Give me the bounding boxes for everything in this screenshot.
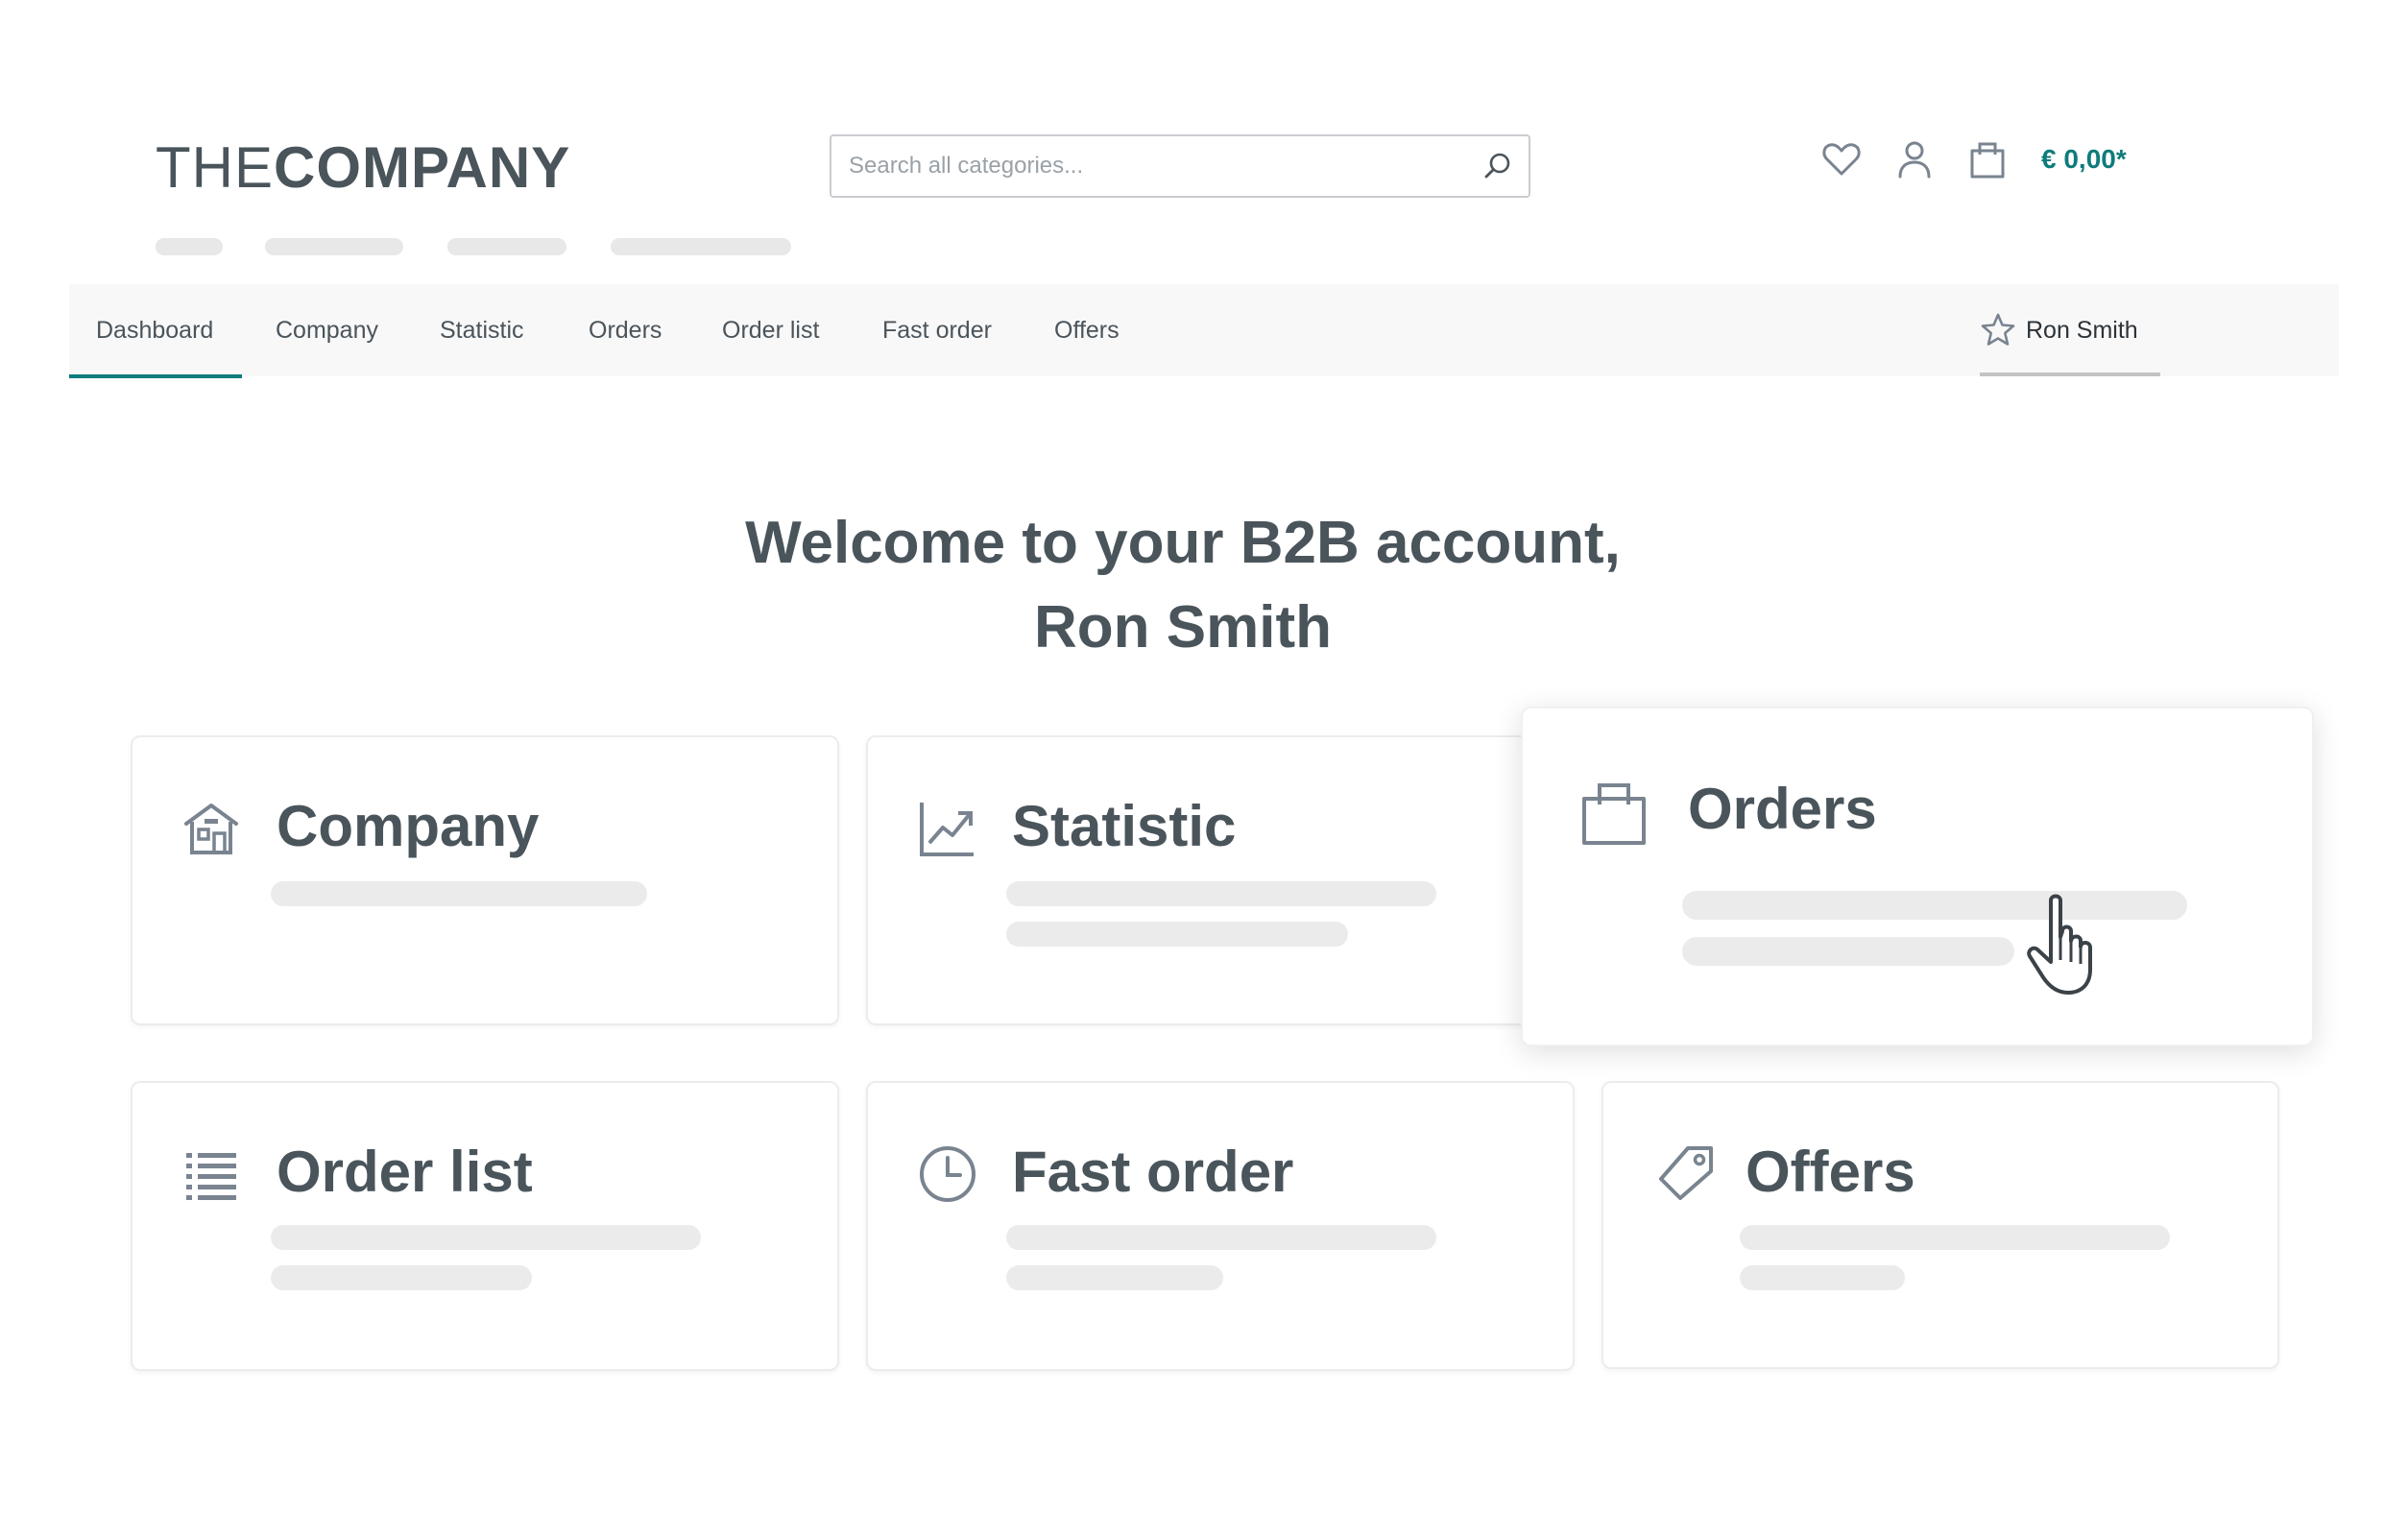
chart-trend-icon <box>918 799 977 858</box>
search-icon[interactable] <box>1481 149 1515 183</box>
card-title: Orders <box>1688 777 1877 841</box>
card-orders[interactable]: Orders <box>1521 707 2314 1046</box>
card-order-list[interactable]: Order list <box>131 1081 839 1371</box>
account-nav: Dashboard Company Statistic Orders Order… <box>68 284 2339 378</box>
skeleton-text <box>1006 922 1348 947</box>
company-logo[interactable]: THECOMPANY <box>156 134 570 202</box>
card-company[interactable]: Company <box>131 735 839 1025</box>
card-title: Statistic <box>1012 794 1237 858</box>
nav-tab-offers[interactable]: Offers <box>1054 284 1120 376</box>
account-user-icon[interactable] <box>1893 138 1936 180</box>
card-title: Offers <box>1746 1140 1915 1204</box>
skeleton-link <box>611 238 791 255</box>
skeleton-link <box>447 238 566 255</box>
card-title: Company <box>277 794 540 858</box>
clock-icon <box>918 1144 977 1204</box>
welcome-line-1: Welcome to your B2B account, <box>745 510 1621 576</box>
search-box <box>830 134 1530 198</box>
nav-tab-orders[interactable]: Orders <box>589 284 662 376</box>
welcome-heading: Welcome to your B2B account, Ron Smith <box>0 501 2366 670</box>
star-icon <box>1981 313 2015 346</box>
wishlist-heart-icon[interactable] <box>1820 138 1863 180</box>
nav-tab-statistic[interactable]: Statistic <box>440 284 524 376</box>
card-fast-order[interactable]: Fast order <box>866 1081 1575 1371</box>
nav-user-menu[interactable]: Ron Smith <box>1980 284 2160 376</box>
nav-tab-dashboard[interactable]: Dashboard <box>68 284 243 378</box>
skeleton-text <box>1740 1225 2170 1250</box>
nav-tab-fast-order[interactable]: Fast order <box>882 284 992 376</box>
welcome-line-2: Ron Smith <box>1034 594 1332 660</box>
card-title: Order list <box>277 1140 533 1204</box>
card-title: Fast order <box>1012 1140 1294 1204</box>
skeleton-link <box>265 238 403 255</box>
skeleton-text <box>1006 1225 1436 1250</box>
hand-pointer-cursor-icon <box>2022 893 2108 1000</box>
skeleton-link <box>156 238 223 255</box>
skeleton-text <box>271 1265 532 1290</box>
skeleton-text <box>271 881 647 906</box>
nav-tab-order-list[interactable]: Order list <box>722 284 819 376</box>
skeleton-text <box>1682 937 2014 966</box>
skeleton-text <box>1006 1265 1223 1290</box>
cart-bag-icon[interactable] <box>1966 138 2009 180</box>
skeleton-text <box>1682 891 2187 920</box>
card-statistic[interactable]: Statistic <box>866 735 1575 1025</box>
nav-user-name: Ron Smith <box>2026 316 2138 344</box>
card-offers[interactable]: Offers <box>1601 1081 2279 1369</box>
skeleton-text <box>1006 881 1436 906</box>
list-icon <box>184 1148 238 1202</box>
shopping-bag-icon <box>1580 780 1648 847</box>
tag-icon <box>1657 1144 1715 1202</box>
skeleton-text <box>271 1225 701 1250</box>
logo-text-light: THE <box>156 135 274 200</box>
logo-text-bold: COMPANY <box>274 135 571 200</box>
search-input[interactable] <box>831 136 1446 196</box>
skeleton-text <box>1740 1265 1905 1290</box>
cart-total[interactable]: € 0,00* <box>2041 144 2127 175</box>
nav-tab-company[interactable]: Company <box>276 284 378 376</box>
building-icon <box>182 801 240 858</box>
